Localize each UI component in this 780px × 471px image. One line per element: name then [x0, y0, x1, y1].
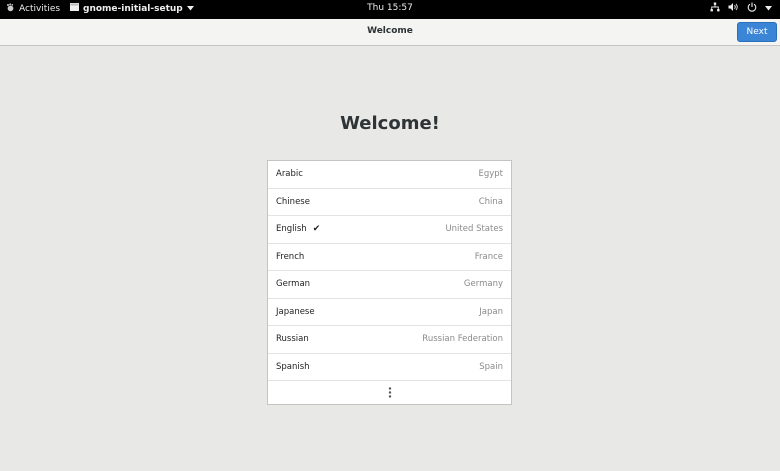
- language-country: United States: [445, 224, 503, 235]
- view-more-icon: [388, 383, 392, 402]
- language-country: China: [478, 196, 503, 207]
- language-country: Russian Federation: [422, 334, 503, 345]
- volume-icon: [728, 2, 739, 15]
- language-name: French: [276, 251, 305, 262]
- next-button[interactable]: Next: [737, 22, 777, 42]
- language-country: Egypt: [478, 169, 503, 180]
- language-list: Arabic Egypt Chinese China English ✔ Uni…: [267, 160, 512, 405]
- header-bar: Welcome Next: [0, 19, 780, 46]
- language-row-french[interactable]: French France: [268, 244, 511, 271]
- app-menu-label: gnome-initial-setup: [83, 3, 183, 14]
- top-bar: Activities gnome-initial-setup Thu 15:57: [0, 0, 780, 19]
- app-menu[interactable]: gnome-initial-setup: [70, 3, 194, 14]
- language-name: Russian: [276, 334, 309, 345]
- language-row-english[interactable]: English ✔ United States: [268, 216, 511, 244]
- gnome-foot-icon: [6, 3, 15, 15]
- chevron-down-icon: [765, 4, 772, 14]
- language-country: Japan: [479, 306, 503, 317]
- language-name: Chinese: [276, 196, 310, 207]
- language-row-german[interactable]: German Germany: [268, 271, 511, 299]
- language-country: Germany: [463, 279, 503, 290]
- language-country: Spain: [479, 361, 503, 372]
- language-country: France: [474, 251, 503, 262]
- activities-button[interactable]: Activities: [6, 3, 60, 15]
- language-name: Arabic: [276, 169, 303, 180]
- language-row-chinese[interactable]: Chinese China: [268, 189, 511, 216]
- chevron-down-icon: [186, 4, 194, 14]
- language-row-arabic[interactable]: Arabic Egypt: [268, 161, 511, 189]
- clock[interactable]: Thu 15:57: [367, 3, 413, 13]
- language-name: Japanese: [276, 306, 315, 317]
- network-icon: [710, 2, 720, 15]
- language-row-spanish[interactable]: Spanish Spain: [268, 354, 511, 381]
- page-title: Welcome: [367, 26, 413, 36]
- system-status-area[interactable]: [710, 2, 772, 15]
- language-name: German: [276, 279, 311, 290]
- language-row-japanese[interactable]: Japanese Japan: [268, 299, 511, 326]
- checkmark-icon: ✔: [312, 224, 321, 235]
- window-icon: [70, 3, 79, 14]
- power-icon: [747, 2, 757, 15]
- more-languages-button[interactable]: [268, 381, 511, 404]
- language-name: English: [276, 224, 307, 235]
- language-name: Spanish: [276, 361, 310, 372]
- welcome-heading: Welcome!: [340, 113, 440, 134]
- language-row-russian[interactable]: Russian Russian Federation: [268, 326, 511, 354]
- activities-label: Activities: [19, 4, 61, 14]
